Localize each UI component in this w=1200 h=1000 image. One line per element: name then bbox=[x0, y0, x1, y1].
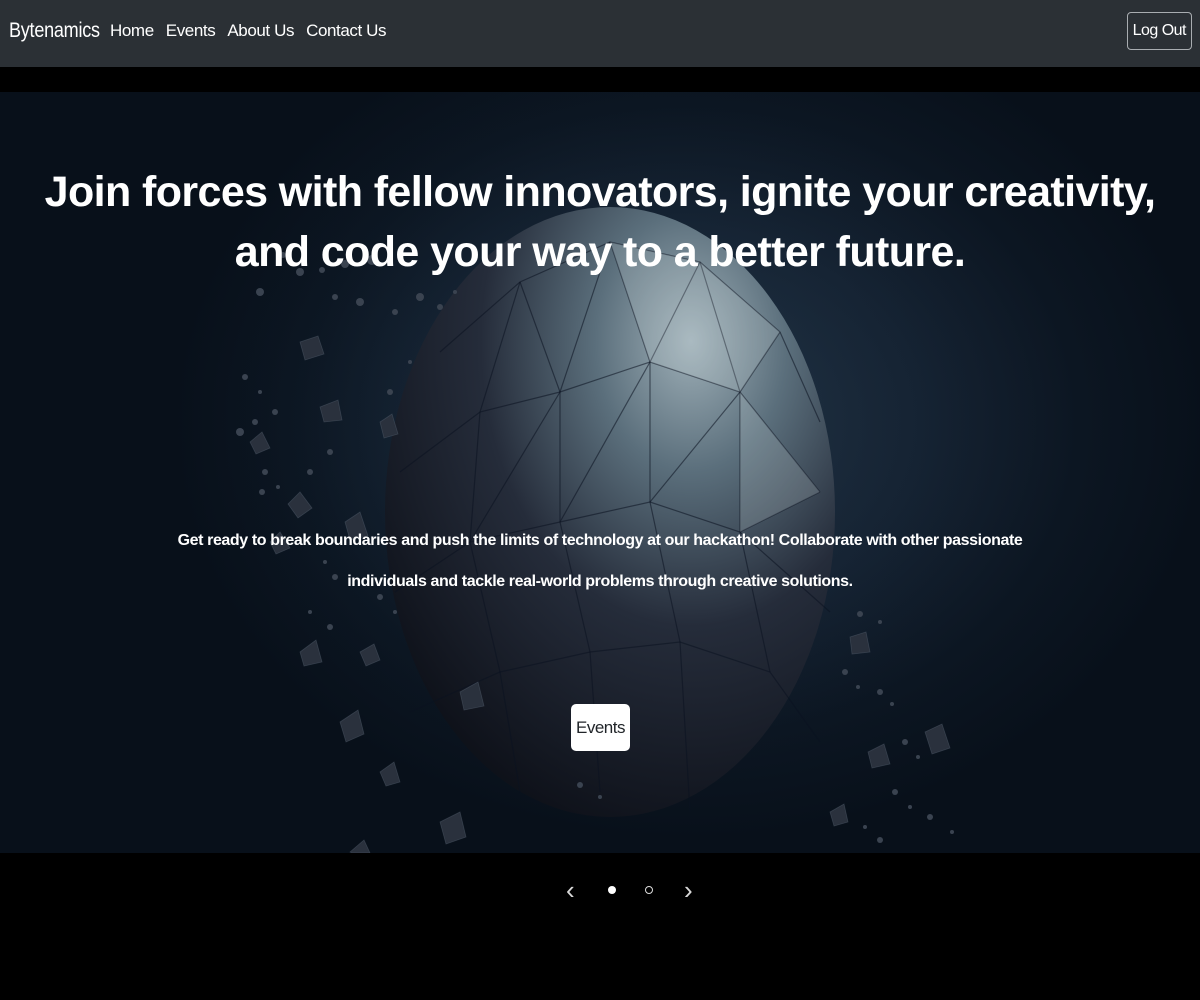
hero-carousel-slide: Join forces with fellow innovators, igni… bbox=[0, 92, 1200, 853]
logout-button[interactable]: Log Out bbox=[1126, 12, 1192, 50]
navbar: Bytenamics Home Events About Us Contact … bbox=[0, 0, 1200, 67]
nav-links: Home Events About Us Contact Us bbox=[110, 21, 398, 41]
chevron-left-icon[interactable]: ‹ bbox=[566, 876, 575, 904]
carousel-indicator-2[interactable] bbox=[645, 886, 653, 894]
chevron-right-icon[interactable]: › bbox=[684, 876, 693, 904]
nav-link-contact-us[interactable]: Contact Us bbox=[306, 21, 386, 41]
hero-title: Join forces with fellow innovators, igni… bbox=[44, 168, 1156, 276]
nav-link-about-us[interactable]: About Us bbox=[227, 21, 294, 41]
brand-logo[interactable]: Bytenamics bbox=[9, 19, 100, 43]
carousel-indicator-1[interactable] bbox=[608, 886, 616, 894]
events-button[interactable]: Events bbox=[571, 704, 630, 751]
nav-link-home[interactable]: Home bbox=[110, 21, 154, 41]
hero-description: Get ready to break boundaries and push t… bbox=[177, 532, 1023, 590]
nav-link-events[interactable]: Events bbox=[166, 21, 216, 41]
